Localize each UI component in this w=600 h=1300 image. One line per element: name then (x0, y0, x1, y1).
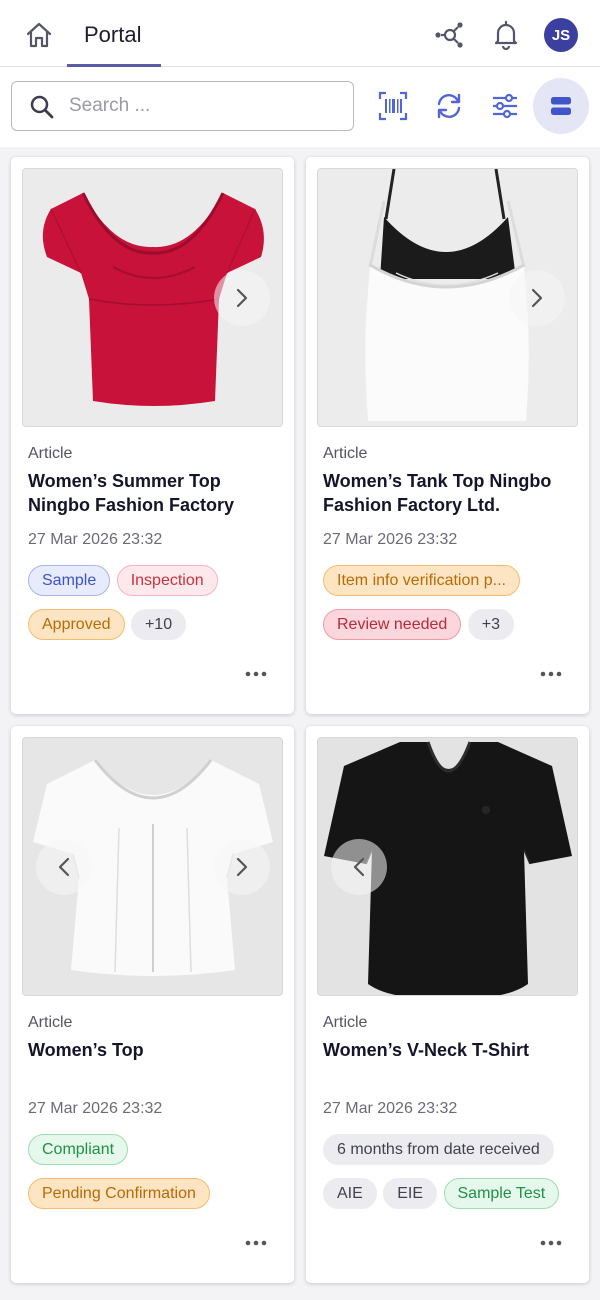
tag-list: Sample Inspection Approved +10 (28, 565, 286, 653)
status-tag[interactable]: Pending Confirmation (28, 1178, 210, 1209)
status-tag[interactable]: Inspection (116, 565, 218, 596)
more-options-icon[interactable] (244, 1236, 268, 1248)
home-icon[interactable] (24, 20, 54, 50)
status-tag[interactable]: Sample (28, 565, 111, 596)
article-title: Women’s Top (28, 1040, 144, 1060)
article-type: Article (28, 445, 73, 462)
article-type: Article (323, 445, 368, 462)
more-tags-badge[interactable]: +10 (130, 609, 187, 640)
article-image[interactable] (22, 737, 283, 996)
article-card[interactable]: Article Women’s Tank Top Ningbo Fashion … (306, 157, 589, 714)
article-image[interactable] (317, 168, 578, 427)
article-date: 27 Mar 2026 23:32 (28, 531, 163, 548)
status-tag[interactable]: 6 months from date received (323, 1134, 554, 1165)
article-type: Article (28, 1014, 73, 1031)
status-tag[interactable]: Item info verification p... (323, 565, 520, 596)
article-date: 27 Mar 2026 23:32 (323, 1100, 458, 1117)
status-tag[interactable]: EIE (383, 1178, 438, 1209)
previous-image-button[interactable] (36, 839, 92, 895)
article-card[interactable]: Article Women’s V-Neck T-Shirt 27 Mar 20… (306, 726, 589, 1283)
more-options-icon[interactable] (244, 667, 268, 679)
chevron-left-icon (353, 857, 365, 877)
tag-list: Item info verification p... Review neede… (323, 565, 581, 653)
refresh-icon[interactable] (432, 89, 466, 123)
article-title: Women’s Tank Top Ningbo Fashion Factory … (323, 471, 552, 515)
article-image[interactable] (317, 737, 578, 996)
more-options-icon[interactable] (539, 1236, 563, 1248)
search-input[interactable] (69, 92, 339, 120)
toolbar (0, 67, 600, 147)
list-view-toggle-button[interactable] (533, 78, 589, 134)
article-type: Article (323, 1014, 368, 1031)
status-tag[interactable]: AIE (323, 1178, 377, 1209)
article-title: Women’s Summer Top Ningbo Fashion Factor… (28, 471, 235, 515)
network-icon[interactable] (433, 18, 467, 52)
status-tag[interactable]: Approved (28, 609, 125, 640)
article-title: Women’s V-Neck T-Shirt (323, 1040, 530, 1060)
status-tag[interactable]: Compliant (28, 1134, 129, 1165)
list-view-icon (551, 97, 571, 115)
chevron-right-icon (236, 288, 248, 308)
filter-sliders-icon[interactable] (488, 89, 522, 123)
tab-portal[interactable]: Portal (67, 0, 161, 67)
article-card[interactable]: Article Women’s Top 27 Mar 2026 23:32 Co… (11, 726, 294, 1283)
barcode-scan-icon[interactable] (376, 89, 410, 123)
status-tag[interactable]: Sample Test (443, 1178, 560, 1209)
chevron-right-icon (236, 857, 248, 877)
top-navigation-bar: Portal JS (0, 0, 600, 67)
status-tag[interactable]: Review needed (323, 609, 462, 640)
more-options-icon[interactable] (539, 667, 563, 679)
search-icon (29, 94, 55, 120)
tab-portal-label: Portal (84, 22, 142, 47)
chevron-left-icon (58, 857, 70, 877)
tag-list: 6 months from date received AIE EIE Samp… (323, 1134, 581, 1222)
article-image[interactable] (22, 168, 283, 427)
article-date: 27 Mar 2026 23:32 (323, 531, 458, 548)
next-image-button[interactable] (214, 270, 270, 326)
search-box[interactable] (11, 81, 354, 131)
article-date: 27 Mar 2026 23:32 (28, 1100, 163, 1117)
tag-list: Compliant Pending Confirmation (28, 1134, 286, 1222)
previous-image-button[interactable] (331, 839, 387, 895)
article-card[interactable]: Article Women’s Summer Top Ningbo Fashio… (11, 157, 294, 714)
chevron-right-icon (531, 288, 543, 308)
avatar[interactable]: JS (544, 18, 578, 52)
next-image-button[interactable] (509, 270, 565, 326)
more-tags-badge[interactable]: +3 (467, 609, 514, 640)
next-image-button[interactable] (214, 839, 270, 895)
bell-icon[interactable] (490, 18, 522, 52)
